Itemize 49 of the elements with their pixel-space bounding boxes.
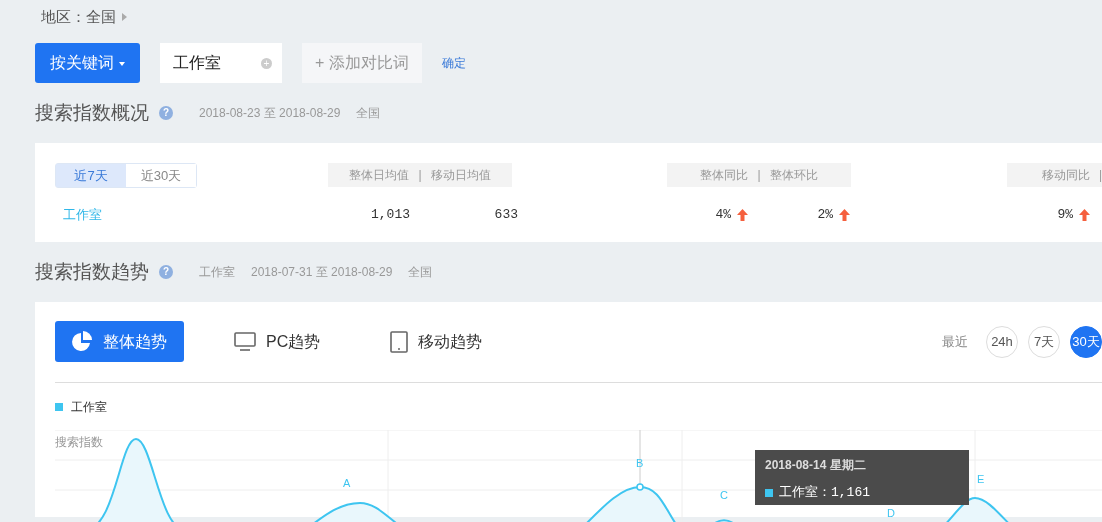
- separator: |: [757, 167, 761, 184]
- column-header: 移动同比: [1041, 167, 1090, 184]
- confirm-link[interactable]: 确定: [442, 54, 466, 72]
- region-selector[interactable]: 地区：全国: [41, 5, 116, 29]
- caret-icon: [118, 61, 125, 66]
- view-tab[interactable]: 整体趋势: [55, 321, 184, 362]
- area-label: 全国: [356, 105, 381, 122]
- separator: |: [1098, 167, 1102, 184]
- area-label: 全国: [408, 264, 433, 281]
- table-cell-text: 2%: [817, 206, 833, 224]
- date-range: 2018-08-23 至 2018-08-29: [199, 105, 341, 122]
- tooltip-date: 2018-08-14 星期二: [765, 457, 867, 474]
- range-button[interactable]: 24h: [986, 325, 1018, 358]
- range-button[interactable]: 30天: [1070, 325, 1102, 358]
- legend-label: 工作室: [71, 399, 107, 416]
- section-title: 搜索指数趋势: [35, 259, 149, 284]
- table-cell-text: 633: [494, 206, 518, 224]
- pie-chart-icon: [71, 330, 93, 353]
- column-header: 整体日均值: [349, 167, 410, 184]
- table-cell-text: 4%: [715, 206, 731, 224]
- keyword-field[interactable]: 工作室 +: [160, 43, 282, 83]
- column-header: 整体环比: [769, 167, 818, 184]
- date-range: 2018-07-31 至 2018-08-29: [251, 264, 393, 281]
- column-header: 整体同比: [700, 167, 749, 184]
- annotation-label: B: [636, 458, 644, 469]
- help-icon[interactable]: ?: [159, 265, 173, 279]
- keyword-link[interactable]: 工作室: [63, 205, 102, 225]
- annotation-label: C: [720, 490, 728, 501]
- table-cell-text: 9%: [1057, 206, 1073, 224]
- annotation-label: A: [343, 478, 351, 489]
- tooltip-value: 工作室：1,161: [779, 484, 870, 502]
- keyword-label: 工作室: [199, 264, 235, 281]
- help-icon[interactable]: ?: [159, 106, 173, 120]
- mode-dropdown-button[interactable]: 按关键词: [35, 43, 140, 83]
- range-button[interactable]: 7天: [1028, 325, 1060, 358]
- annotation-label: E: [977, 474, 985, 485]
- axis-label: 搜索指数: [55, 434, 103, 451]
- caret-icon: [122, 13, 127, 21]
- annotation-label: D: [887, 508, 895, 519]
- tablet-icon: [390, 330, 409, 353]
- period-tab[interactable]: 近7天: [56, 164, 126, 187]
- separator: |: [418, 167, 422, 184]
- table-cell-text: 1,013: [371, 206, 410, 224]
- add-compare-button[interactable]: + 添加对比词: [302, 43, 422, 83]
- column-header: 移动日均值: [430, 167, 491, 184]
- range-label: 最近: [942, 332, 968, 351]
- section-title: 搜索指数概况: [35, 100, 149, 125]
- monitor-icon: [234, 331, 256, 352]
- legend-swatch: [765, 488, 773, 497]
